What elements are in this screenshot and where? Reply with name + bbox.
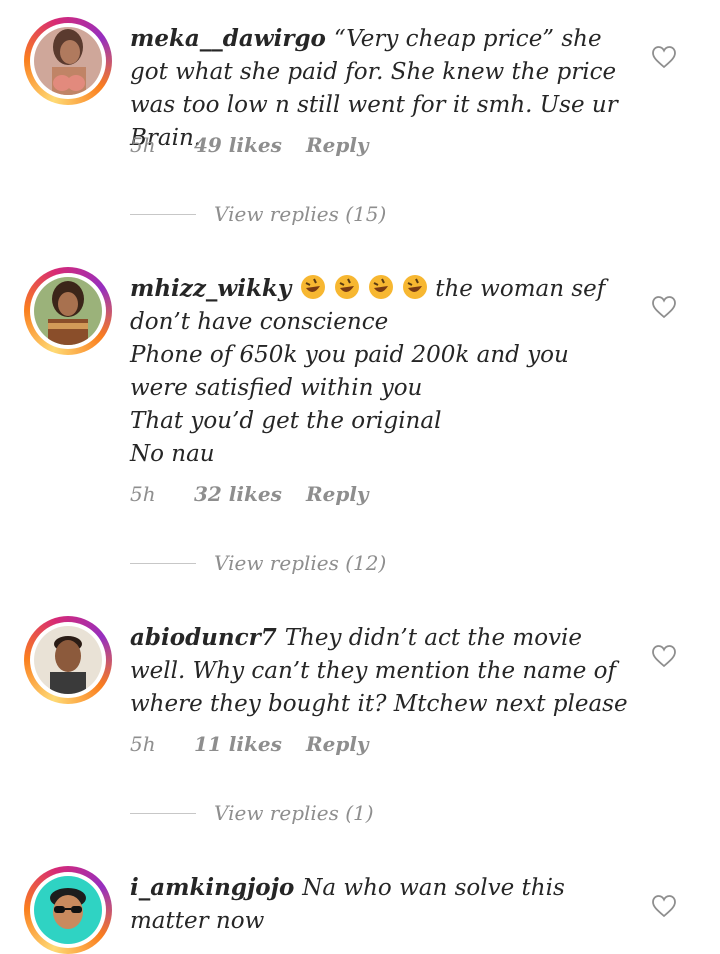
comment-text: mhizz_wikky the woman sef don’t have cons… — [130, 272, 630, 471]
view-replies-label: View replies (12) — [214, 551, 387, 575]
reply-button[interactable]: Reply — [306, 732, 369, 756]
comment-likes[interactable]: 49 likes — [194, 133, 306, 157]
comment-meta: 5h 49 likes Reply — [130, 133, 369, 157]
view-replies-button[interactable]: View replies (12) — [130, 551, 386, 575]
comment-text: abioduncr7 They didn’t act the movie well… — [130, 621, 630, 721]
comment-text: i_amkingjojo Na who wan solve this matter… — [130, 871, 630, 938]
avatar[interactable] — [24, 267, 112, 355]
comment-time: 5h — [130, 133, 156, 157]
divider — [130, 562, 196, 564]
view-replies-label: View replies (15) — [214, 202, 387, 226]
comment-username[interactable]: i_amkingjojo — [130, 874, 294, 901]
avatar[interactable] — [24, 17, 112, 105]
heart-outline-icon[interactable] — [651, 45, 677, 69]
comment-meta: 5h 32 likes Reply — [130, 482, 369, 506]
comment-likes[interactable]: 32 likes — [194, 482, 306, 506]
view-replies-label: View replies (1) — [214, 801, 374, 825]
comment-username[interactable]: mhizz_wikky — [130, 275, 291, 302]
heart-outline-icon[interactable] — [651, 894, 677, 918]
comment-likes[interactable]: 11 likes — [194, 732, 306, 756]
divider — [130, 812, 196, 814]
comment-meta: 5h 11 likes Reply — [130, 732, 369, 756]
avatar[interactable] — [24, 866, 112, 954]
view-replies-button[interactable]: View replies (15) — [130, 202, 386, 226]
comment-time: 5h — [130, 482, 156, 506]
heart-outline-icon[interactable] — [651, 644, 677, 668]
divider — [130, 213, 196, 215]
rofl-emoji — [299, 275, 435, 302]
heart-outline-icon[interactable] — [651, 295, 677, 319]
reply-button[interactable]: Reply — [306, 482, 369, 506]
reply-button[interactable]: Reply — [306, 133, 369, 157]
comment-body: the woman sef don’t have conscience Phon… — [130, 276, 606, 467]
comment-username[interactable]: meka__dawirgo — [130, 25, 326, 52]
comment-time: 5h — [130, 732, 156, 756]
comment-username[interactable]: abioduncr7 — [130, 624, 277, 651]
view-replies-button[interactable]: View replies (1) — [130, 801, 374, 825]
avatar[interactable] — [24, 616, 112, 704]
